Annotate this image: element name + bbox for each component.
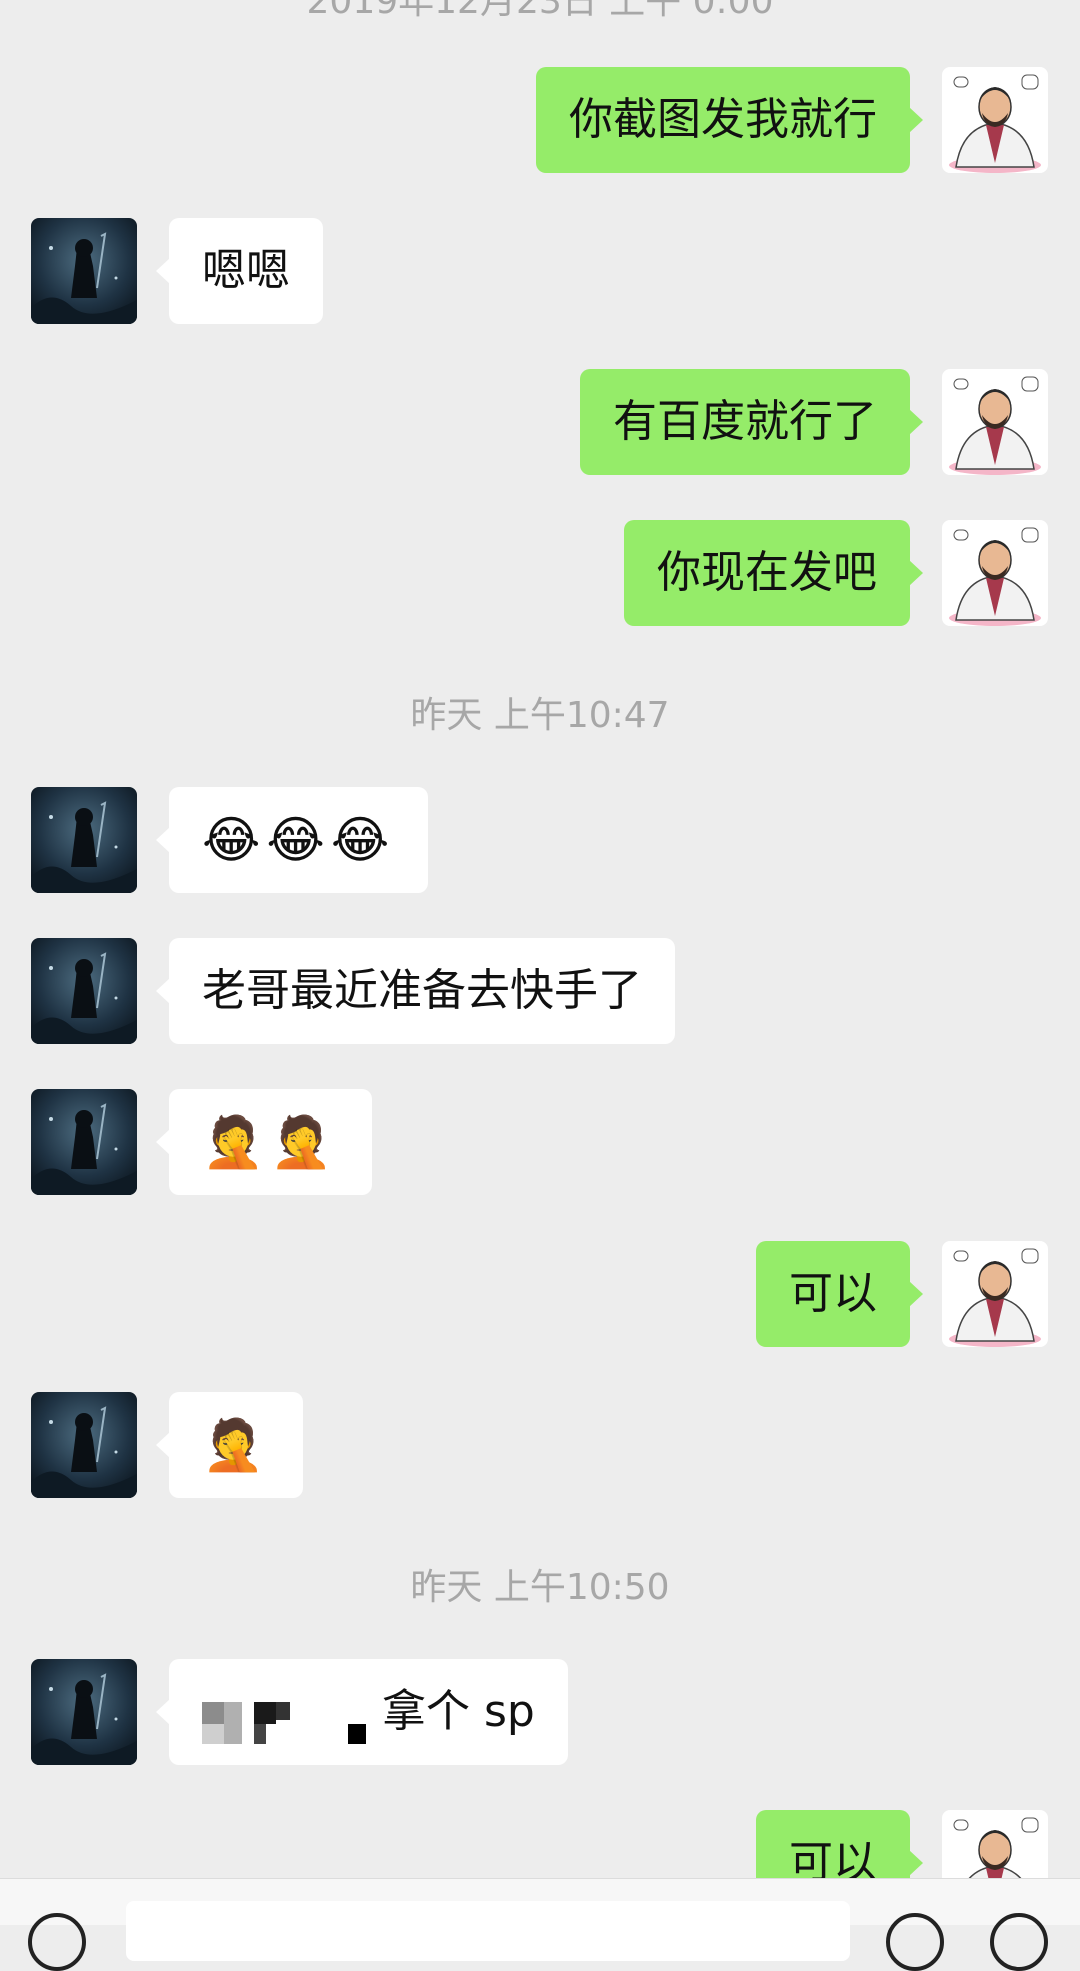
message-bubble-sent[interactable]: 有百度就行了 <box>580 369 923 475</box>
contact-avatar[interactable] <box>31 1392 137 1498</box>
redacted-text <box>202 1684 382 1744</box>
message-input[interactable] <box>126 1901 850 1961</box>
message-text: 拿个 sp <box>382 1686 535 1737</box>
chat-timestamp: 昨天 上午10:50 <box>410 1567 670 1608</box>
plus-icon[interactable] <box>990 1913 1048 1971</box>
contact-avatar[interactable] <box>31 218 137 324</box>
my-avatar[interactable] <box>942 67 1048 173</box>
my-avatar[interactable] <box>942 1810 1048 1878</box>
input-bar <box>0 1878 1080 1971</box>
message-bubble-received[interactable]: 🤦 <box>155 1392 304 1498</box>
contact-avatar[interactable] <box>31 787 137 893</box>
message-bubble-received[interactable]: 🤦🤦 <box>156 1089 372 1195</box>
emoji-icon[interactable] <box>886 1913 944 1971</box>
my-avatar[interactable] <box>942 520 1048 626</box>
contact-avatar[interactable] <box>31 1659 137 1765</box>
message-bubble-sent[interactable]: 可以 <box>756 1241 923 1347</box>
chat-history[interactable]: 2019年12月23日 上午 0:00 你截图发我就行 嗯嗯 有百度就行了 你现… <box>0 0 1080 1878</box>
voice-icon[interactable] <box>28 1913 86 1971</box>
contact-avatar[interactable] <box>31 1089 137 1195</box>
message-bubble-received[interactable]: 嗯嗯 <box>156 218 323 324</box>
message-bubble-received[interactable]: 😂😂😂 <box>155 787 429 893</box>
message-bubble-sent[interactable]: 可以 <box>756 1810 923 1878</box>
chat-timestamp: 昨天 上午10:47 <box>410 695 670 736</box>
my-avatar[interactable] <box>942 369 1048 475</box>
message-bubble-sent[interactable]: 你截图发我就行 <box>536 67 923 173</box>
contact-avatar[interactable] <box>31 938 137 1044</box>
message-bubble-received[interactable]: 老哥最近准备去快手了 <box>156 938 675 1044</box>
message-bubble-received[interactable]: 拿个 sp <box>156 1659 568 1765</box>
my-avatar[interactable] <box>942 1241 1048 1347</box>
message-bubble-sent[interactable]: 你现在发吧 <box>624 520 923 626</box>
chat-timestamp: 2019年12月23日 上午 0:00 <box>306 0 774 22</box>
